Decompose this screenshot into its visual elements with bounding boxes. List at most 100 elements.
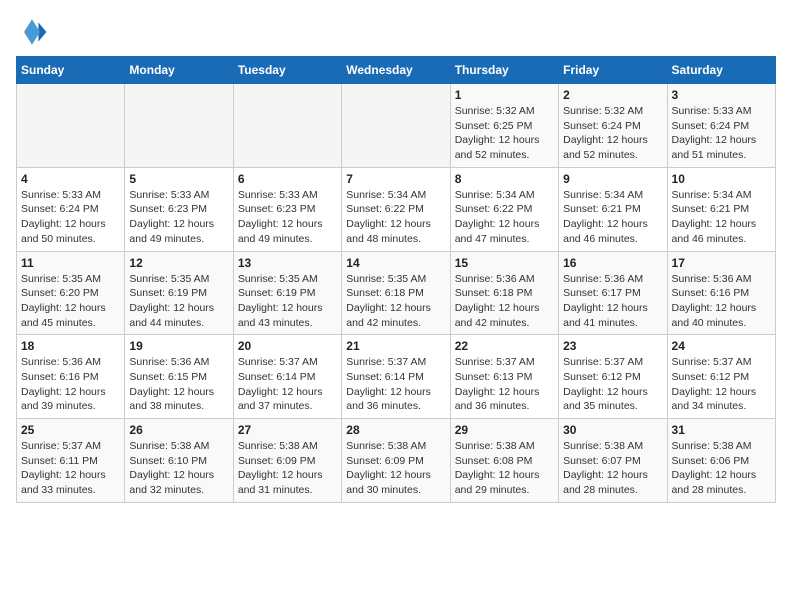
day-info: Sunrise: 5:34 AM Sunset: 6:21 PM Dayligh…	[672, 188, 771, 247]
calendar-day-cell: 15 Sunrise: 5:36 AM Sunset: 6:18 PM Dayli…	[450, 251, 558, 335]
day-number: 30	[563, 423, 662, 437]
calendar-day-cell: 12 Sunrise: 5:35 AM Sunset: 6:19 PM Dayli…	[125, 251, 233, 335]
day-number: 21	[346, 339, 445, 353]
day-of-week-header: Sunday	[17, 57, 125, 84]
calendar-day-cell: 3Sunrise: 5:33 AM Sunset: 6:24 PM Daylig…	[667, 84, 775, 168]
day-number: 3	[672, 88, 771, 102]
day-info: Sunrise: 5:38 AM Sunset: 6:09 PM Dayligh…	[238, 439, 337, 498]
day-info: Sunrise: 5:34 AM Sunset: 6:22 PM Dayligh…	[346, 188, 445, 247]
day-info: Sunrise: 5:35 AM Sunset: 6:18 PM Dayligh…	[346, 272, 445, 331]
calendar-day-cell: 4 Sunrise: 5:33 AM Sunset: 6:24 PM Daylig…	[17, 167, 125, 251]
day-info: Sunrise: 5:35 AM Sunset: 6:19 PM Dayligh…	[238, 272, 337, 331]
day-number: 10	[672, 172, 771, 186]
day-number: 22	[455, 339, 554, 353]
day-info: Sunrise: 5:37 AM Sunset: 6:12 PM Dayligh…	[672, 355, 771, 414]
calendar-week-row: 4 Sunrise: 5:33 AM Sunset: 6:24 PM Daylig…	[17, 167, 776, 251]
day-of-week-header: Tuesday	[233, 57, 341, 84]
calendar-day-cell: 25 Sunrise: 5:37 AM Sunset: 6:11 PM Dayli…	[17, 419, 125, 503]
calendar-day-cell	[17, 84, 125, 168]
day-number: 12	[129, 256, 228, 270]
calendar-day-cell: 11 Sunrise: 5:35 AM Sunset: 6:20 PM Dayli…	[17, 251, 125, 335]
day-number: 14	[346, 256, 445, 270]
day-number: 7	[346, 172, 445, 186]
day-info: Sunrise: 5:36 AM Sunset: 6:17 PM Dayligh…	[563, 272, 662, 331]
calendar-day-cell: 10 Sunrise: 5:34 AM Sunset: 6:21 PM Dayli…	[667, 167, 775, 251]
day-number: 20	[238, 339, 337, 353]
day-info: Sunrise: 5:38 AM Sunset: 6:06 PM Dayligh…	[672, 439, 771, 498]
calendar-day-cell	[233, 84, 341, 168]
day-info: Sunrise: 5:33 AM Sunset: 6:23 PM Dayligh…	[129, 188, 228, 247]
day-of-week-header: Wednesday	[342, 57, 450, 84]
day-info: Sunrise: 5:36 AM Sunset: 6:16 PM Dayligh…	[672, 272, 771, 331]
calendar-day-cell: 26 Sunrise: 5:38 AM Sunset: 6:10 PM Dayli…	[125, 419, 233, 503]
day-info: Sunrise: 5:37 AM Sunset: 6:11 PM Dayligh…	[21, 439, 120, 498]
day-number: 17	[672, 256, 771, 270]
calendar-day-cell	[125, 84, 233, 168]
page-header	[16, 16, 776, 48]
day-number: 15	[455, 256, 554, 270]
calendar-week-row: 1Sunrise: 5:32 AM Sunset: 6:25 PM Daylig…	[17, 84, 776, 168]
day-info: Sunrise: 5:38 AM Sunset: 6:10 PM Dayligh…	[129, 439, 228, 498]
day-info: Sunrise: 5:36 AM Sunset: 6:15 PM Dayligh…	[129, 355, 228, 414]
calendar-day-cell: 18Sunrise: 5:36 AM Sunset: 6:16 PM Dayli…	[17, 335, 125, 419]
day-number: 2	[563, 88, 662, 102]
calendar-day-cell: 23 Sunrise: 5:37 AM Sunset: 6:12 PM Dayli…	[559, 335, 667, 419]
day-info: Sunrise: 5:36 AM Sunset: 6:16 PM Dayligh…	[21, 355, 120, 414]
day-info: Sunrise: 5:35 AM Sunset: 6:19 PM Dayligh…	[129, 272, 228, 331]
calendar-day-cell: 31Sunrise: 5:38 AM Sunset: 6:06 PM Dayli…	[667, 419, 775, 503]
day-info: Sunrise: 5:34 AM Sunset: 6:22 PM Dayligh…	[455, 188, 554, 247]
logo-icon	[16, 16, 48, 48]
day-number: 19	[129, 339, 228, 353]
day-number: 27	[238, 423, 337, 437]
calendar-header-row: SundayMondayTuesdayWednesdayThursdayFrid…	[17, 57, 776, 84]
day-info: Sunrise: 5:37 AM Sunset: 6:14 PM Dayligh…	[346, 355, 445, 414]
calendar-week-row: 25 Sunrise: 5:37 AM Sunset: 6:11 PM Dayli…	[17, 419, 776, 503]
day-info: Sunrise: 5:37 AM Sunset: 6:13 PM Dayligh…	[455, 355, 554, 414]
day-number: 25	[21, 423, 120, 437]
day-number: 11	[21, 256, 120, 270]
day-info: Sunrise: 5:32 AM Sunset: 6:24 PM Dayligh…	[563, 104, 662, 163]
calendar-day-cell: 6 Sunrise: 5:33 AM Sunset: 6:23 PM Daylig…	[233, 167, 341, 251]
day-info: Sunrise: 5:32 AM Sunset: 6:25 PM Dayligh…	[455, 104, 554, 163]
calendar-day-cell: 22 Sunrise: 5:37 AM Sunset: 6:13 PM Dayli…	[450, 335, 558, 419]
calendar-day-cell: 14 Sunrise: 5:35 AM Sunset: 6:18 PM Dayli…	[342, 251, 450, 335]
day-info: Sunrise: 5:33 AM Sunset: 6:23 PM Dayligh…	[238, 188, 337, 247]
day-number: 16	[563, 256, 662, 270]
day-info: Sunrise: 5:33 AM Sunset: 6:24 PM Dayligh…	[21, 188, 120, 247]
day-of-week-header: Thursday	[450, 57, 558, 84]
day-of-week-header: Monday	[125, 57, 233, 84]
calendar-day-cell: 30 Sunrise: 5:38 AM Sunset: 6:07 PM Dayli…	[559, 419, 667, 503]
calendar-day-cell: 24 Sunrise: 5:37 AM Sunset: 6:12 PM Dayli…	[667, 335, 775, 419]
calendar-day-cell: 9 Sunrise: 5:34 AM Sunset: 6:21 PM Daylig…	[559, 167, 667, 251]
day-info: Sunrise: 5:38 AM Sunset: 6:08 PM Dayligh…	[455, 439, 554, 498]
calendar-day-cell: 2 Sunrise: 5:32 AM Sunset: 6:24 PM Daylig…	[559, 84, 667, 168]
day-info: Sunrise: 5:38 AM Sunset: 6:07 PM Dayligh…	[563, 439, 662, 498]
day-number: 13	[238, 256, 337, 270]
calendar-day-cell: 7 Sunrise: 5:34 AM Sunset: 6:22 PM Daylig…	[342, 167, 450, 251]
calendar-day-cell: 17 Sunrise: 5:36 AM Sunset: 6:16 PM Dayli…	[667, 251, 775, 335]
calendar-day-cell	[342, 84, 450, 168]
calendar-day-cell: 21 Sunrise: 5:37 AM Sunset: 6:14 PM Dayli…	[342, 335, 450, 419]
day-info: Sunrise: 5:36 AM Sunset: 6:18 PM Dayligh…	[455, 272, 554, 331]
day-info: Sunrise: 5:37 AM Sunset: 6:14 PM Dayligh…	[238, 355, 337, 414]
day-info: Sunrise: 5:38 AM Sunset: 6:09 PM Dayligh…	[346, 439, 445, 498]
calendar-day-cell: 29Sunrise: 5:38 AM Sunset: 6:08 PM Dayli…	[450, 419, 558, 503]
day-number: 26	[129, 423, 228, 437]
day-number: 9	[563, 172, 662, 186]
calendar-day-cell: 13 Sunrise: 5:35 AM Sunset: 6:19 PM Dayli…	[233, 251, 341, 335]
day-number: 24	[672, 339, 771, 353]
day-number: 23	[563, 339, 662, 353]
day-info: Sunrise: 5:37 AM Sunset: 6:12 PM Dayligh…	[563, 355, 662, 414]
day-number: 4	[21, 172, 120, 186]
day-info: Sunrise: 5:34 AM Sunset: 6:21 PM Dayligh…	[563, 188, 662, 247]
calendar-table: SundayMondayTuesdayWednesdayThursdayFrid…	[16, 56, 776, 503]
calendar-week-row: 11 Sunrise: 5:35 AM Sunset: 6:20 PM Dayli…	[17, 251, 776, 335]
calendar-week-row: 18Sunrise: 5:36 AM Sunset: 6:16 PM Dayli…	[17, 335, 776, 419]
calendar-day-cell: 28Sunrise: 5:38 AM Sunset: 6:09 PM Dayli…	[342, 419, 450, 503]
day-of-week-header: Saturday	[667, 57, 775, 84]
day-number: 6	[238, 172, 337, 186]
calendar-day-cell: 1Sunrise: 5:32 AM Sunset: 6:25 PM Daylig…	[450, 84, 558, 168]
calendar-day-cell: 19 Sunrise: 5:36 AM Sunset: 6:15 PM Dayli…	[125, 335, 233, 419]
calendar-day-cell: 8Sunrise: 5:34 AM Sunset: 6:22 PM Daylig…	[450, 167, 558, 251]
day-info: Sunrise: 5:35 AM Sunset: 6:20 PM Dayligh…	[21, 272, 120, 331]
